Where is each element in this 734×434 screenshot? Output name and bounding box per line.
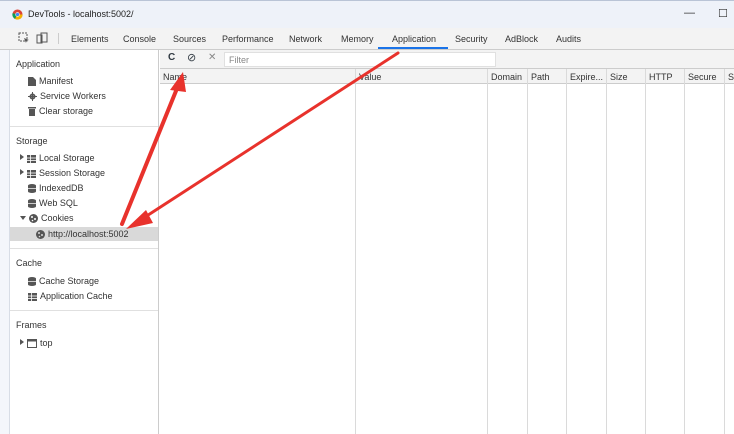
- window-left-edge: [0, 50, 10, 434]
- sidebar-item-clear-storage[interactable]: Clear storage: [28, 106, 93, 116]
- column-header-secure[interactable]: Secure: [688, 72, 717, 82]
- minimize-button[interactable]: —: [684, 7, 695, 19]
- tab-performance[interactable]: Performance: [222, 34, 274, 44]
- sidebar-item-indexeddb[interactable]: IndexedDB: [28, 183, 84, 193]
- sidebar-item-service-workers[interactable]: Service Workers: [28, 91, 106, 101]
- device-toolbar-icon[interactable]: [36, 32, 48, 44]
- column-divider[interactable]: [606, 69, 607, 434]
- sidebar-divider: [10, 248, 158, 249]
- database-icon: [28, 199, 36, 208]
- tab-network[interactable]: Network: [289, 34, 322, 44]
- database-icon: [28, 184, 36, 193]
- sidebar-item-cache-storage[interactable]: Cache Storage: [28, 276, 99, 286]
- column-header-name[interactable]: Name: [163, 72, 187, 82]
- tab-adblock[interactable]: AdBlock: [505, 34, 538, 44]
- sidebar-header-cache: Cache: [16, 258, 43, 268]
- column-divider[interactable]: [487, 69, 488, 434]
- sidebar-item-session-storage[interactable]: Session Storage: [20, 168, 105, 178]
- trash-icon: [28, 107, 36, 116]
- window-title-bar: DevTools - localhost:5002/ — ☐: [0, 0, 734, 28]
- frame-icon: [27, 339, 37, 348]
- cookie-icon: [29, 214, 38, 223]
- application-sidebar: Application Manifest Service Workers Cle…: [10, 50, 159, 434]
- cookies-toolbar: C ⊘ ✕: [160, 50, 734, 69]
- sidebar-header-application: Application: [16, 59, 61, 69]
- tab-elements[interactable]: Elements: [71, 34, 109, 44]
- column-divider[interactable]: [527, 69, 528, 434]
- grid-icon: [28, 293, 37, 301]
- column-divider[interactable]: [566, 69, 567, 434]
- tab-security[interactable]: Security: [455, 34, 488, 44]
- sidebar-divider: [10, 310, 158, 311]
- column-divider[interactable]: [645, 69, 646, 434]
- cookie-icon: [36, 230, 45, 239]
- inspect-element-icon[interactable]: [18, 32, 30, 44]
- sidebar-header-storage: Storage: [16, 136, 48, 146]
- column-header-samesite[interactable]: S: [728, 72, 734, 82]
- refresh-icon[interactable]: C: [168, 52, 175, 63]
- sidebar-header-frames: Frames: [16, 320, 47, 330]
- column-divider[interactable]: [684, 69, 685, 434]
- column-header-value[interactable]: Value: [359, 72, 381, 82]
- tab-application[interactable]: Application: [392, 34, 436, 44]
- filter-input[interactable]: [224, 52, 496, 67]
- chrome-logo-icon: [12, 9, 23, 20]
- grid-icon: [27, 155, 36, 163]
- sidebar-item-cookies[interactable]: Cookies: [20, 213, 74, 223]
- column-header-domain[interactable]: Domain: [491, 72, 522, 82]
- column-header-size[interactable]: Size: [610, 72, 628, 82]
- collapse-triangle-icon[interactable]: [20, 216, 26, 220]
- column-divider[interactable]: [724, 69, 725, 434]
- sidebar-item-local-storage[interactable]: Local Storage: [20, 153, 95, 163]
- column-header-expires[interactable]: Expire...: [570, 72, 603, 82]
- expand-triangle-icon[interactable]: [20, 154, 24, 160]
- column-header-http[interactable]: HTTP: [649, 72, 673, 82]
- tab-console[interactable]: Console: [123, 34, 156, 44]
- maximize-button[interactable]: ☐: [718, 7, 728, 20]
- window-title: DevTools - localhost:5002/: [28, 9, 134, 19]
- sidebar-item-web-sql[interactable]: Web SQL: [28, 198, 78, 208]
- expand-triangle-icon[interactable]: [20, 339, 24, 345]
- sidebar-divider: [10, 126, 158, 127]
- delete-selected-icon[interactable]: ✕: [208, 52, 216, 63]
- gear-icon: [28, 92, 37, 101]
- sidebar-item-manifest[interactable]: Manifest: [28, 76, 73, 86]
- cookies-table-header: Name Value Domain Path Expire... Size HT…: [160, 69, 734, 84]
- column-divider[interactable]: [355, 69, 356, 434]
- devtools-tab-bar: Elements Console Sources Performance Net…: [0, 28, 734, 50]
- tab-memory[interactable]: Memory: [341, 34, 374, 44]
- tab-audits[interactable]: Audits: [556, 34, 581, 44]
- column-header-path[interactable]: Path: [531, 72, 550, 82]
- active-tab-indicator: [378, 47, 448, 49]
- sidebar-item-frame-top[interactable]: top: [20, 338, 53, 348]
- expand-triangle-icon[interactable]: [20, 169, 24, 175]
- tab-sources[interactable]: Sources: [173, 34, 206, 44]
- tab-bar-divider: [58, 33, 59, 44]
- database-icon: [28, 277, 36, 286]
- sidebar-item-cookie-localhost[interactable]: http://localhost:5002: [36, 229, 129, 239]
- file-icon: [28, 77, 36, 86]
- grid-icon: [27, 170, 36, 178]
- clear-all-icon[interactable]: ⊘: [187, 51, 196, 64]
- sidebar-item-application-cache[interactable]: Application Cache: [28, 291, 113, 301]
